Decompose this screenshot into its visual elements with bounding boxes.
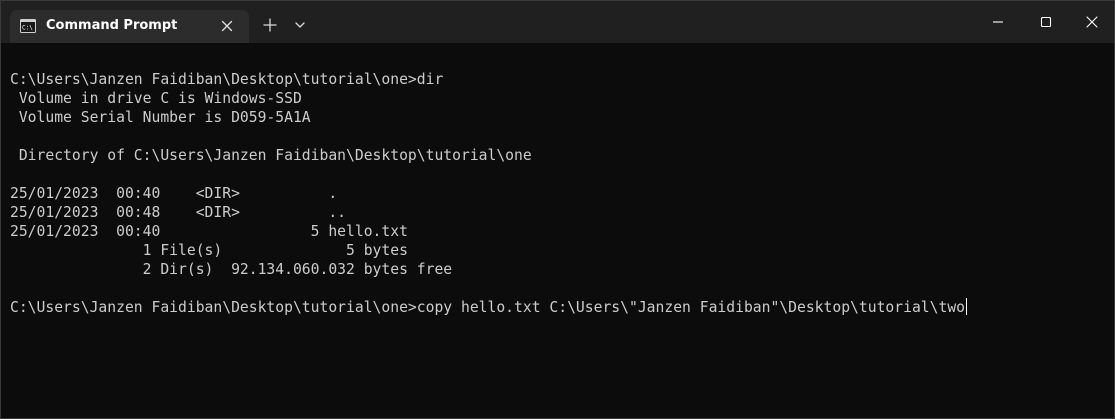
chevron-down-icon[interactable] <box>293 18 307 32</box>
console-line: Volume Serial Number is D059-5A1A <box>10 109 311 126</box>
tab-command-prompt[interactable]: C:\ Command Prompt <box>10 10 249 43</box>
console-line: 25/01/2023 00:40 5 hello.txt <box>10 223 408 240</box>
minimize-icon[interactable] <box>988 14 1008 30</box>
console-line: 1 File(s) 5 bytes <box>10 242 408 259</box>
terminal-window: C:\ Command Prompt C:\Users\Janzen Faidi… <box>0 0 1115 419</box>
close-icon[interactable] <box>219 18 235 34</box>
plus-icon[interactable] <box>261 16 279 34</box>
close-icon[interactable] <box>1082 13 1102 31</box>
console-line: 25/01/2023 00:48 <DIR> .. <box>10 204 347 221</box>
title-bar[interactable]: C:\ Command Prompt <box>1 1 1114 43</box>
tab-title: Command Prompt <box>46 18 178 33</box>
text-cursor <box>966 298 968 315</box>
console-output[interactable]: C:\Users\Janzen Faidiban\Desktop\tutoria… <box>10 70 1105 410</box>
command-input-text[interactable]: C:\Users\Janzen Faidiban\Desktop\tutoria… <box>10 299 965 316</box>
svg-text:C:\: C:\ <box>22 25 33 32</box>
command-input-line[interactable]: C:\Users\Janzen Faidiban\Desktop\tutoria… <box>10 298 1105 317</box>
console-line: 25/01/2023 00:40 <DIR> . <box>10 185 338 202</box>
console-line: Directory of C:\Users\Janzen Faidiban\De… <box>10 147 532 164</box>
console-line: Volume in drive C is Windows-SSD <box>10 90 302 107</box>
maximize-icon[interactable] <box>1036 14 1056 30</box>
console-line: C:\Users\Janzen Faidiban\Desktop\tutoria… <box>10 71 444 88</box>
console-line: 2 Dir(s) 92.134.060.032 bytes free <box>10 261 453 278</box>
command-prompt-icon: C:\ <box>20 19 36 33</box>
